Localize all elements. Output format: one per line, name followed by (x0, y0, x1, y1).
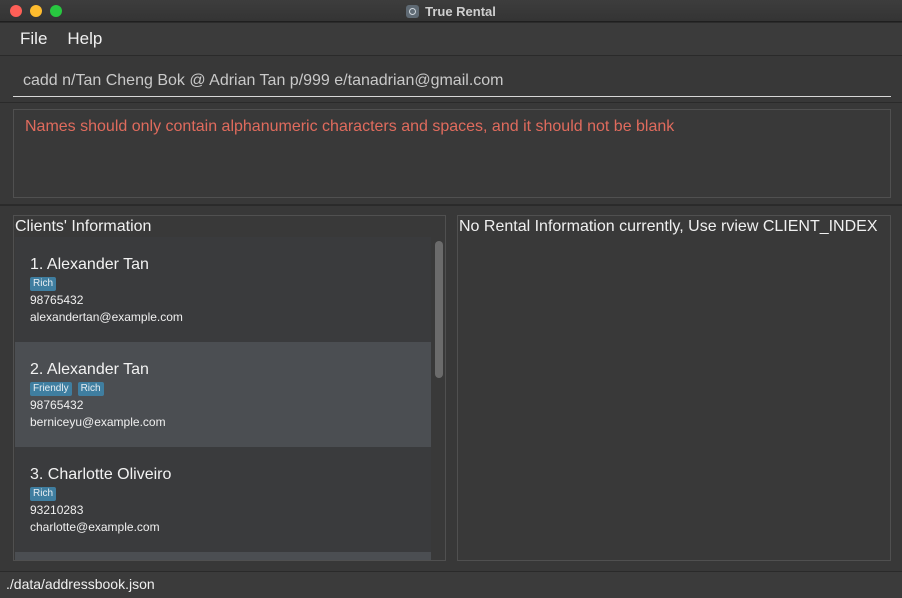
client-name: 3. Charlotte Oliveiro (30, 466, 172, 483)
client-name: 2. Alexander Tan (30, 361, 149, 378)
scrollbar-thumb[interactable] (435, 241, 443, 378)
client-tag: Rich (30, 487, 57, 501)
result-display-area: Names should only contain alphanumeric c… (0, 102, 902, 204)
client-card[interactable]: 2. Alexander Tan Friendly Rich 98765432 … (15, 342, 431, 447)
window-title: True Rental (425, 3, 496, 19)
menu-file[interactable]: File (12, 25, 55, 53)
command-input[interactable] (13, 65, 891, 97)
client-card[interactable]: 1. Alexander Tan Rich 98765432 alexander… (15, 237, 431, 342)
client-phone: 93210283 (30, 503, 84, 517)
client-tag: Rich (30, 277, 57, 291)
result-message: Names should only contain alphanumeric c… (13, 109, 891, 198)
client-tag: Rich (77, 382, 104, 396)
command-box (0, 55, 902, 102)
clients-panel: Clients' Information 1. Alexander Tan Ri… (13, 215, 446, 561)
client-email: berniceyu@example.com (30, 415, 166, 429)
client-tag: Friendly (30, 382, 72, 396)
client-list[interactable]: 1. Alexander Tan Rich 98765432 alexander… (15, 237, 431, 560)
client-card[interactable]: 3. Charlotte Oliveiro Rich 93210283 char… (15, 447, 431, 552)
rental-panel: No Rental Information currently, Use rvi… (457, 215, 891, 561)
save-file-path: ./data/addressbook.json (6, 576, 155, 592)
client-tags: Rich (30, 277, 431, 291)
client-name: 1. Alexander Tan (30, 256, 149, 273)
clients-panel-title: Clients' Information (15, 218, 152, 235)
menu-help[interactable]: Help (59, 25, 110, 53)
status-bar: ./data/addressbook.json (0, 571, 902, 598)
menu-bar: File Help (0, 23, 902, 55)
app-icon (406, 4, 420, 18)
client-email: charlotte@example.com (30, 520, 160, 534)
client-tags: Friendly Rich (30, 382, 431, 396)
client-list-scrollbar[interactable] (434, 239, 444, 560)
rental-info-message: No Rental Information currently, Use rvi… (459, 218, 878, 235)
client-card-partial[interactable] (15, 552, 431, 560)
client-phone: 98765432 (30, 293, 84, 307)
client-tags: Rich (30, 487, 431, 501)
client-email: alexandertan@example.com (30, 310, 183, 324)
title-bar: True Rental (0, 0, 902, 22)
main-panels: Clients' Information 1. Alexander Tan Ri… (0, 205, 902, 571)
client-phone: 98765432 (30, 398, 84, 412)
